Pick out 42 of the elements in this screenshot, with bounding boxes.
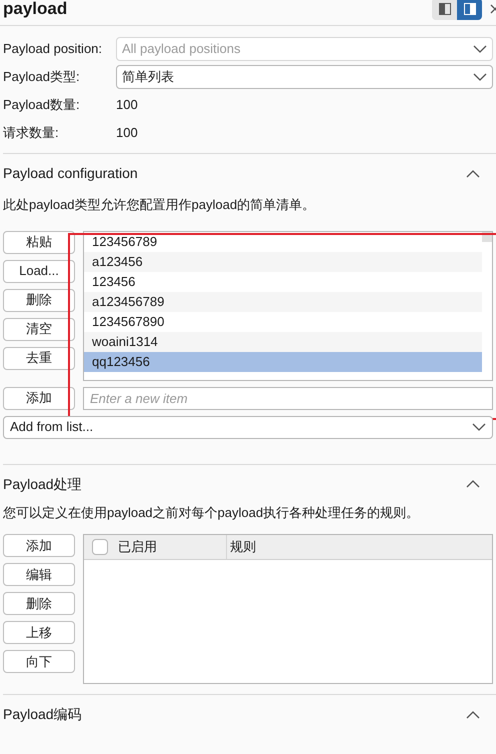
chevron-down-icon bbox=[473, 45, 487, 53]
side-button[interactable]: Load... bbox=[3, 260, 75, 282]
column-header: 规则 bbox=[230, 538, 256, 556]
side-button[interactable]: 删除 bbox=[3, 592, 75, 615]
field-label: Payload position: bbox=[3, 40, 104, 58]
chevron-icon bbox=[466, 710, 480, 718]
chevron-icon bbox=[466, 480, 480, 488]
chevron-down-icon bbox=[472, 423, 486, 431]
new-item-field[interactable]: Enter a new item bbox=[83, 386, 493, 410]
section-title: Payload configuration bbox=[3, 164, 138, 183]
list-item[interactable]: a123456 bbox=[84, 252, 482, 272]
list-item[interactable]: a123456789 bbox=[84, 292, 482, 312]
side-button[interactable]: 添加 bbox=[3, 386, 75, 410]
side-button[interactable]: 向下 bbox=[3, 650, 75, 673]
add-from-list-dropdown[interactable]: Add from list... bbox=[3, 416, 493, 438]
field-label: Payload类型: bbox=[3, 68, 81, 86]
field-value: 100 bbox=[116, 124, 138, 142]
chevron-icon bbox=[466, 170, 480, 178]
split-layout-icon bbox=[464, 2, 476, 14]
section-title: Payload编码 bbox=[3, 705, 82, 724]
side-button[interactable]: 上移 bbox=[3, 621, 75, 644]
list-item[interactable]: qq123456 bbox=[84, 352, 482, 372]
section-title: Payload处理 bbox=[3, 474, 82, 494]
field-label: Payload数量: bbox=[3, 96, 81, 114]
sidebar-layout-icon bbox=[438, 2, 450, 14]
list-item[interactable]: woaini1314 bbox=[84, 332, 482, 352]
layout-toggle[interactable] bbox=[457, 0, 482, 20]
side-button[interactable]: 粘贴 bbox=[3, 230, 75, 254]
chevron-down-icon bbox=[473, 73, 487, 81]
side-button[interactable]: 添加 bbox=[3, 534, 75, 557]
panel-title: payload bbox=[3, 0, 68, 17]
column-header: 已启用 bbox=[118, 538, 157, 556]
side-button[interactable]: 去重 bbox=[3, 346, 75, 370]
section-description: 此处payload类型允许您配置用作payload的简单清单。 bbox=[3, 196, 316, 214]
field-label: 请求数量: bbox=[3, 124, 60, 142]
field-value: 100 bbox=[116, 96, 138, 114]
side-button[interactable]: 清空 bbox=[3, 318, 75, 340]
section-description: 您可以定义在使用payload之前对每个payload执行各种处理任务的规则。 bbox=[3, 504, 420, 522]
dropdown[interactable]: 简单列表 bbox=[116, 65, 493, 89]
side-button[interactable]: 编辑 bbox=[3, 563, 75, 586]
select-all-checkbox[interactable] bbox=[92, 539, 108, 555]
side-button[interactable]: 删除 bbox=[3, 288, 75, 312]
